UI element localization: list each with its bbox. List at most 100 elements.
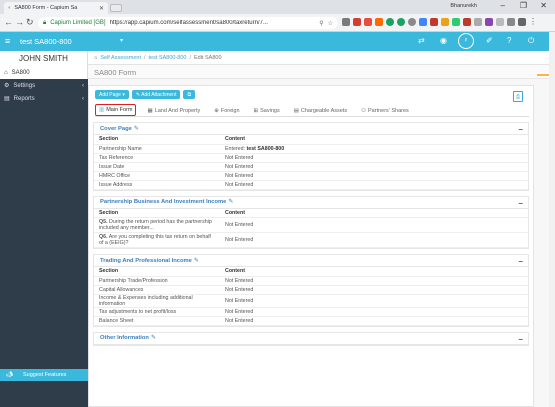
favicon-icon: ◐	[8, 5, 12, 11]
collapse-icon[interactable]: –	[519, 125, 523, 134]
bullhorn-icon: 📣︎	[6, 372, 13, 378]
zoom-icon[interactable]: ⚲	[319, 20, 323, 27]
back-icon[interactable]: ←	[4, 17, 13, 27]
row-label: Q5. During the return period has the par…	[94, 217, 220, 233]
table-row[interactable]: Tax adjustments to net profit/loss Not E…	[94, 307, 528, 317]
extensions-bar: ⋮	[342, 18, 537, 26]
browser-user-name[interactable]: Bhanurekh	[450, 3, 477, 9]
section-cover-page: Cover Page ✎ – Section Content Partnersh…	[93, 122, 529, 191]
forward-icon[interactable]: →	[15, 17, 24, 27]
edit-icon[interactable]: ✎	[228, 199, 233, 205]
tab-land-and-property[interactable]: ▦ Land And Property	[144, 106, 203, 116]
edit-icon[interactable]: ✎	[194, 258, 199, 264]
tab-chargeable-assets[interactable]: ▤ Chargeable Assets	[291, 106, 350, 116]
sidebar-item-sa800[interactable]: ⌂ SA800	[0, 66, 88, 79]
menu-dots-icon[interactable]: ⋮	[529, 18, 537, 26]
help-icon[interactable]: ?	[507, 36, 511, 45]
section-title[interactable]: Other Information	[100, 335, 149, 341]
section-header: Cover Page ✎ –	[94, 123, 528, 135]
table-row[interactable]: Income & Expenses including additional i…	[94, 294, 528, 308]
extension-icon[interactable]	[507, 18, 515, 26]
table-row[interactable]: Tax Reference Not Entered	[94, 153, 528, 163]
extension-icon[interactable]	[386, 18, 394, 26]
extension-icon[interactable]	[441, 18, 449, 26]
browser-tab-bar: ◐ SA800 Form - Capium Sa ✕ Bhanurekh – ❐…	[0, 0, 555, 14]
notifications-icon[interactable]: ᵖ	[458, 33, 474, 49]
new-tab-button[interactable]	[110, 4, 122, 12]
address-bar[interactable]: 🔒︎ Capium Limited [GB] https://app.capiu…	[38, 17, 338, 29]
add-page-button[interactable]: Add Page ▾	[95, 90, 129, 99]
action-row: Add Page ▾ ✎ Add Attachment ⧉	[95, 90, 196, 99]
breadcrumb-link[interactable]: test SA800-800	[149, 55, 187, 61]
client-dropdown-icon[interactable]: ▾	[120, 37, 123, 44]
tab-foreign[interactable]: ⊕ Foreign	[211, 106, 242, 116]
extension-icon[interactable]	[408, 18, 416, 26]
hamburger-icon[interactable]: ≡	[5, 36, 10, 46]
sidebar-item-reports[interactable]: ▤ Reports ‹	[0, 92, 88, 105]
window-close-icon[interactable]: ✕	[540, 1, 547, 10]
bookmark-star-icon[interactable]: ☆	[328, 20, 333, 27]
extension-icon[interactable]	[353, 18, 361, 26]
extension-icon[interactable]	[452, 18, 460, 26]
extension-icon[interactable]	[397, 18, 405, 26]
extension-icon[interactable]	[430, 18, 438, 26]
extension-icon[interactable]	[419, 18, 427, 26]
extension-icon[interactable]	[485, 18, 493, 26]
tab-savings[interactable]: ⊞ Savings	[251, 106, 283, 116]
extension-icon[interactable]	[364, 18, 372, 26]
table-row[interactable]: HMRC Office Not Entered	[94, 171, 528, 181]
table-row[interactable]: Balance Sheet Not Entered	[94, 316, 528, 326]
collapse-icon[interactable]: –	[519, 199, 523, 208]
extension-icon[interactable]	[474, 18, 482, 26]
section-title[interactable]: Partnership Business And Investment Inco…	[100, 199, 226, 205]
sidebar-item-settings[interactable]: ⚙ Settings ‹	[0, 79, 88, 92]
breadcrumb-link[interactable]: Self Assessment	[100, 55, 141, 61]
section-title[interactable]: Trading And Professional Income	[100, 258, 192, 264]
column-header: Section	[94, 135, 220, 145]
extension-icon[interactable]	[342, 18, 350, 26]
suggest-features-button[interactable]: 📣︎ Suggest Features	[0, 369, 88, 381]
extension-icon[interactable]	[518, 18, 526, 26]
browser-tab[interactable]: ◐ SA800 Form - Capium Sa ✕	[4, 2, 108, 14]
extension-icon[interactable]	[375, 18, 383, 26]
form-tabs: ▥ Main Form ▦ Land And Property ⊕ Foreig…	[95, 104, 529, 117]
table-row[interactable]: Q5. During the return period has the par…	[94, 217, 528, 233]
maximize-icon[interactable]: ❐	[520, 1, 527, 10]
globe-icon[interactable]: ◉	[440, 36, 447, 45]
table-row[interactable]: Partnership Trade/Profession Not Entered	[94, 276, 528, 286]
table-row[interactable]: Partnership Name Entered: test SA800-800	[94, 144, 528, 154]
row-label: Partnership Trade/Profession	[94, 276, 220, 286]
collapse-icon[interactable]: –	[519, 335, 523, 344]
grid-icon[interactable]: ⇄	[418, 36, 425, 45]
power-icon[interactable]: ⏻	[528, 36, 534, 46]
minimize-icon[interactable]: –	[501, 1, 505, 10]
row-label: Income & Expenses including additional i…	[94, 294, 220, 308]
extension-icon[interactable]	[463, 18, 471, 26]
column-header: Section	[94, 208, 220, 218]
sidebar-user-name[interactable]: JOHN SMITH	[0, 51, 88, 66]
collapse-icon[interactable]: –	[519, 257, 523, 266]
chevron-left-icon: ‹	[82, 82, 84, 89]
page-scrollbar[interactable]	[549, 32, 555, 407]
copy-button[interactable]: ⧉	[183, 90, 196, 99]
row-value: Entered: test SA800-800	[220, 144, 528, 154]
tab-main-form[interactable]: ▥ Main Form	[95, 104, 137, 116]
extension-icon[interactable]	[496, 18, 504, 26]
table-row[interactable]: Issue Address Not Entered	[94, 180, 528, 190]
close-tab-icon[interactable]: ✕	[99, 5, 104, 12]
page-title-bar: SA800 Form	[88, 65, 555, 79]
file-icon: ▤	[4, 96, 10, 102]
add-attachment-button[interactable]: ✎ Add Attachment	[131, 90, 181, 99]
section-title[interactable]: Cover Page	[100, 126, 132, 132]
edit-icon[interactable]: ✎	[134, 126, 139, 132]
table-row[interactable]: Q6. Are you completing this tax return o…	[94, 232, 528, 248]
edit-icon[interactable]: ✎	[151, 335, 156, 341]
client-name[interactable]: test SA800-800	[20, 37, 72, 46]
table-row[interactable]: Issue Date Not Entered	[94, 162, 528, 172]
pdf-icon[interactable]: ⎙	[513, 91, 523, 102]
tab-partners-shares[interactable]: ⚇ Partners' Shares	[358, 106, 412, 116]
browser-tab-title: SA800 Form - Capium Sa	[14, 5, 78, 11]
reload-icon[interactable]: ↻	[26, 17, 34, 28]
table-row[interactable]: Capital Allowances Not Entered	[94, 285, 528, 295]
tools-icon[interactable]: ✐	[486, 36, 493, 45]
